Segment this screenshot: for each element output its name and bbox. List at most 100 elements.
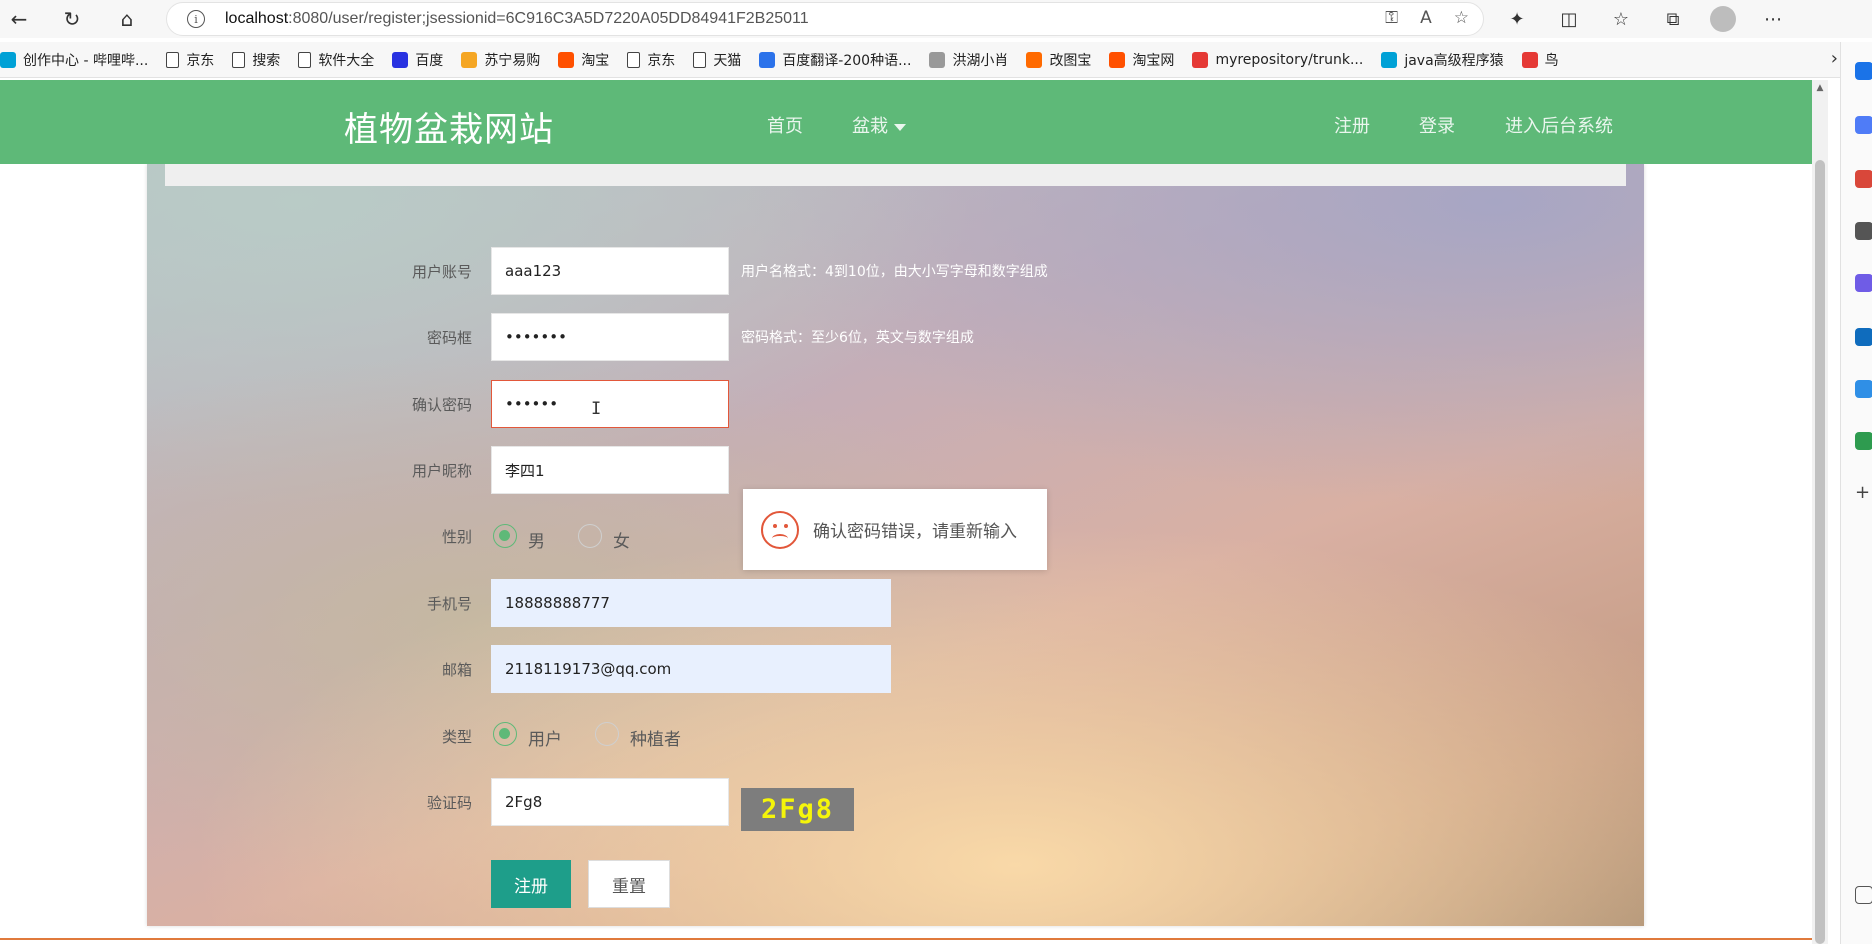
page-icon — [166, 51, 180, 68]
sad-face-icon — [761, 510, 799, 549]
bookmark-label: 创作中心 - 哔哩哔... — [23, 52, 149, 69]
bookmark-item[interactable]: 改图宝 — [1026, 50, 1091, 70]
collections-icon[interactable]: ⧉ — [1658, 4, 1688, 34]
scroll-thumb[interactable] — [1815, 160, 1825, 944]
add-icon[interactable]: + — [1855, 484, 1872, 502]
bookmark-label: 淘宝 — [581, 52, 610, 69]
bookmark-item[interactable]: 天猫 — [693, 50, 741, 70]
nav-admin[interactable]: 进入后台系统 — [1505, 112, 1613, 138]
type-user-label[interactable]: 用户 — [528, 725, 562, 750]
error-toast: 确认密码错误，请重新输入 — [743, 489, 1047, 570]
gender-female-radio[interactable] — [578, 524, 602, 548]
footer-divider — [0, 938, 1812, 940]
favicon-icon — [1381, 51, 1398, 68]
favicon-icon — [1109, 51, 1126, 68]
site-header: 植物盆栽网站 首页 盆栽 注册 登录 进入后台系统 — [0, 80, 1812, 164]
nickname-input[interactable]: 李四1 — [491, 446, 729, 494]
profile-avatar[interactable] — [1710, 6, 1736, 32]
email-input[interactable]: 2118119173@qq.com — [491, 645, 891, 693]
home-icon[interactable]: ⌂ — [112, 4, 142, 34]
key-icon[interactable]: ⚿ — [1385, 8, 1398, 28]
search-icon[interactable] — [1855, 62, 1872, 80]
split-screen-icon[interactable]: ◫ — [1554, 4, 1584, 34]
nav-login[interactable]: 登录 — [1419, 112, 1455, 138]
office-icon[interactable] — [1855, 274, 1872, 292]
site-logo[interactable]: 植物盆栽网站 — [344, 102, 554, 151]
favicon-icon — [1026, 51, 1043, 68]
tree-icon[interactable] — [1855, 432, 1872, 450]
url-text[interactable]: localhost:8080/user/register;jsessionid=… — [225, 10, 809, 28]
bookmark-item[interactable]: java高级程序猿 — [1381, 50, 1504, 70]
captcha-input[interactable]: 2Fg8 — [491, 778, 729, 826]
bookmark-label: 天猫 — [713, 52, 742, 69]
type-grower-label[interactable]: 种植者 — [630, 725, 681, 750]
bookmark-label: 百度翻译-200种语... — [782, 52, 912, 69]
confirm-password-input[interactable]: •••••• — [491, 380, 729, 428]
bookmark-item[interactable]: 京东 — [166, 50, 214, 70]
phone-input[interactable]: 18888888777 — [491, 579, 891, 627]
bookmark-item[interactable]: 百度翻译-200种语... — [759, 50, 911, 70]
bookmark-item[interactable]: 创作中心 - 哔哩哔... — [0, 50, 148, 70]
gender-female-label[interactable]: 女 — [613, 527, 630, 552]
tools-icon[interactable] — [1855, 170, 1872, 188]
gender-male-radio[interactable] — [493, 524, 517, 548]
captcha-image[interactable]: 2Fg8 — [741, 788, 854, 831]
bookmarks-overflow-icon[interactable]: › — [1831, 48, 1838, 69]
add-favorite-icon[interactable]: ☆ — [1454, 8, 1469, 28]
phone-label: 手机号 — [426, 595, 472, 613]
edge-sidebar: + — [1840, 42, 1872, 944]
bookmark-label: 苏宁易购 — [484, 52, 541, 69]
bookmark-item[interactable]: 淘宝 — [558, 50, 609, 70]
extensions-icon[interactable]: ✦ — [1502, 4, 1532, 34]
site-info-icon[interactable]: i — [187, 10, 205, 28]
page-icon — [627, 51, 641, 68]
bookmark-label: 淘宝网 — [1132, 52, 1175, 69]
bookmark-item[interactable]: 洪湖小肖 — [929, 50, 1008, 70]
bookmarks-bar: 创作中心 - 哔哩哔... 京东 搜索 软件大全 百度 苏宁易购 淘宝 京东 天猫 百度翻译-20… — [0, 42, 1840, 78]
nav-home[interactable]: 首页 — [767, 112, 803, 138]
bookmark-label: 京东 — [647, 52, 676, 69]
register-submit-button[interactable]: 注册 — [491, 860, 571, 908]
refresh-icon[interactable]: ↻ — [57, 4, 87, 34]
read-aloud-icon[interactable]: A — [1420, 8, 1432, 28]
bookmark-label: 搜索 — [252, 52, 281, 69]
favicon-icon — [759, 51, 776, 68]
reset-button[interactable]: 重置 — [588, 860, 670, 908]
discover-icon[interactable] — [1855, 116, 1872, 134]
text-cursor-icon: I — [591, 399, 602, 419]
bookmark-item[interactable]: 搜索 — [232, 50, 280, 70]
bookmark-label: 软件大全 — [318, 52, 375, 69]
send-icon[interactable] — [1855, 380, 1872, 398]
type-user-radio[interactable] — [493, 722, 517, 746]
gender-male-label[interactable]: 男 — [528, 527, 545, 552]
password-input[interactable]: ••••••• — [491, 313, 729, 361]
type-grower-radio[interactable] — [595, 722, 619, 746]
page-icon — [232, 51, 246, 68]
panel-top-strip — [165, 164, 1626, 186]
nav-bonsai[interactable]: 盆栽 — [852, 112, 906, 138]
outlook-icon[interactable] — [1855, 328, 1872, 346]
nickname-label: 用户昵称 — [411, 462, 472, 480]
favorites-icon[interactable]: ☆ — [1606, 4, 1636, 34]
back-icon[interactable]: ← — [4, 4, 34, 34]
bookmark-item[interactable]: 淘宝网 — [1109, 50, 1174, 70]
bookmark-item[interactable]: myrepository/trunk... — [1192, 51, 1363, 68]
password-hint: 密码格式：至少6位，英文与数字组成 — [741, 330, 974, 346]
gender-label: 性别 — [441, 528, 472, 546]
bookmark-label: 洪湖小肖 — [952, 52, 1009, 69]
more-menu-icon[interactable]: ⋯ — [1758, 4, 1788, 34]
username-input[interactable]: aaa123 — [491, 247, 729, 295]
bookmark-item[interactable]: 京东 — [627, 50, 675, 70]
nav-register[interactable]: 注册 — [1334, 112, 1370, 138]
bookmark-item[interactable]: 软件大全 — [298, 50, 374, 70]
address-bar[interactable]: i localhost:8080/user/register;jsessioni… — [166, 2, 1484, 36]
bookmark-item[interactable]: 百度 — [392, 50, 443, 70]
scroll-up-arrow-icon[interactable]: ▲ — [1812, 80, 1828, 96]
favicon-icon — [392, 51, 409, 68]
sidebar-toggle-icon[interactable] — [1855, 886, 1872, 904]
bookmark-item[interactable]: 苏宁易购 — [461, 50, 540, 70]
bookmark-item[interactable]: 鸟 — [1521, 50, 1559, 70]
people-icon[interactable] — [1855, 222, 1872, 240]
page-scrollbar[interactable]: ▲ — [1812, 80, 1828, 944]
browser-toolbar: ← ↻ ⌂ i localhost:8080/user/register;jse… — [0, 0, 1872, 38]
